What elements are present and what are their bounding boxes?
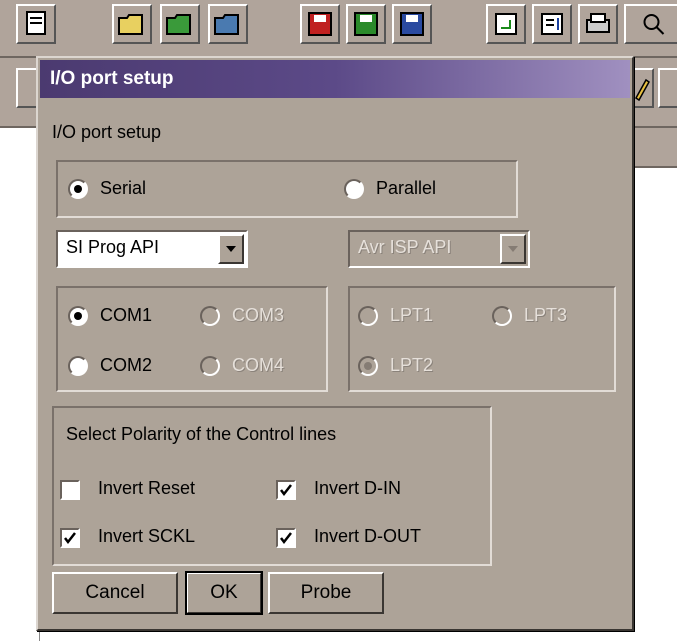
- invert-dout-label: Invert D-OUT: [314, 526, 422, 546]
- reload-icon[interactable]: [486, 4, 526, 44]
- invert-dout-checkbox[interactable]: [276, 528, 296, 548]
- serial-api-select[interactable]: SI Prog API: [56, 230, 248, 268]
- search-icon[interactable]: [624, 4, 677, 44]
- com2-radio[interactable]: [68, 356, 88, 376]
- invert-din-checkbox[interactable]: [276, 480, 296, 500]
- dialog-title-bar[interactable]: I/O port setup: [40, 60, 630, 98]
- com4-label: COM4: [232, 355, 285, 375]
- lpt1-radio: [358, 306, 378, 326]
- serial-label: Serial: [100, 178, 147, 198]
- parallel-radio[interactable]: [344, 179, 364, 199]
- io-port-setup-dialog: I/O port setup I/O port setup Serial Par…: [36, 56, 634, 631]
- print-icon[interactable]: [578, 4, 618, 44]
- save-green-icon[interactable]: [346, 4, 386, 44]
- lpt-port-group: LPT1 LPT3 LPT2: [348, 286, 616, 392]
- com3-radio: [200, 306, 220, 326]
- polarity-heading: Select Polarity of the Control lines: [66, 424, 337, 444]
- mode-group: Serial Parallel: [56, 160, 518, 218]
- chevron-down-icon: [500, 234, 526, 264]
- chevron-down-icon[interactable]: [218, 234, 244, 264]
- open-blue-folder-icon[interactable]: [208, 4, 248, 44]
- open-folder-icon[interactable]: [112, 4, 152, 44]
- checkmark-icon: [280, 484, 292, 497]
- info-list-icon[interactable]: [532, 4, 572, 44]
- probe-button[interactable]: Probe: [268, 572, 384, 614]
- serial-radio[interactable]: [68, 179, 88, 199]
- dialog-heading: I/O port setup: [52, 122, 162, 142]
- com-port-group: COM1 COM3 COM2 COM4: [56, 286, 328, 392]
- parallel-label: Parallel: [376, 178, 437, 198]
- invert-reset-label: Invert Reset: [98, 478, 196, 498]
- invert-sckl-label: Invert SCKL: [98, 526, 196, 546]
- toolbar-field[interactable]: [658, 68, 677, 108]
- com4-radio: [200, 356, 220, 376]
- com1-radio[interactable]: [68, 306, 88, 326]
- com2-label: COM2: [100, 355, 153, 375]
- com1-label: COM1: [100, 305, 153, 325]
- lpt3-label: LPT3: [524, 305, 568, 325]
- save-blue-icon[interactable]: [392, 4, 432, 44]
- parallel-api-value: Avr ISP API: [358, 237, 452, 257]
- com3-label: COM3: [232, 305, 285, 325]
- invert-reset-checkbox[interactable]: [60, 480, 80, 500]
- left-panel: [0, 128, 40, 641]
- lpt1-label: LPT1: [390, 305, 434, 325]
- invert-din-label: Invert D-IN: [314, 478, 402, 498]
- checkmark-icon: [280, 532, 292, 545]
- checkmark-icon: [64, 532, 76, 545]
- dialog-title: I/O port setup: [50, 68, 174, 89]
- polarity-group: Select Polarity of the Control lines Inv…: [52, 406, 492, 566]
- main-toolbar: [0, 0, 677, 58]
- open-green-folder-icon[interactable]: [160, 4, 200, 44]
- parallel-api-select: Avr ISP API: [348, 230, 530, 268]
- lpt2-radio: [358, 356, 378, 376]
- save-red-icon[interactable]: [300, 4, 340, 44]
- lpt3-radio: [492, 306, 512, 326]
- cancel-button[interactable]: Cancel: [52, 572, 178, 614]
- document-icon[interactable]: [16, 4, 56, 44]
- ok-button[interactable]: OK: [185, 571, 263, 615]
- serial-api-value: SI Prog API: [66, 237, 160, 257]
- lpt2-label: LPT2: [390, 355, 434, 375]
- invert-sckl-checkbox[interactable]: [60, 528, 80, 548]
